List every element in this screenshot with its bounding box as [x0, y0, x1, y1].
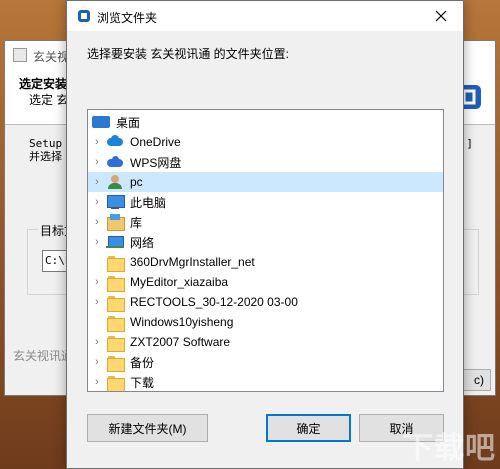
folder-icon: [106, 294, 125, 312]
tree-item[interactable]: 360DrvMgrInstaller_net: [88, 252, 443, 272]
chevron-right-icon[interactable]: ›: [92, 216, 102, 228]
tree-item-label: 此电脑: [130, 195, 167, 210]
installer-subheading: 选定 玄: [29, 93, 69, 107]
chevron-right-icon[interactable]: ›: [92, 276, 102, 288]
tree-item[interactable]: › OneDrive: [88, 132, 443, 152]
installer-setup-text: Setup 并选择: [29, 137, 69, 163]
installer-heading: 选定安装: [19, 77, 68, 91]
chevron-right-icon[interactable]: ›: [92, 136, 102, 148]
desktop-icon: [92, 116, 110, 128]
chevron-right-icon[interactable]: ›: [92, 196, 102, 208]
tree-item[interactable]: Windows10yisheng: [88, 312, 443, 332]
tree-item-label: RECTOOLS_30-12-2020 03-00: [130, 295, 298, 309]
tree-item[interactable]: › 网络: [88, 232, 443, 252]
tree-item[interactable]: › WPS网盘: [88, 152, 443, 172]
computer-icon: [106, 194, 125, 210]
network-icon: [106, 234, 124, 250]
installer-footer-text: 玄关视讯通: [13, 349, 74, 363]
installer-app-icon: [13, 48, 27, 62]
tree-item-label: OneDrive: [130, 135, 181, 149]
folder-icon: [106, 254, 125, 272]
folder-icon: [106, 334, 125, 352]
tree-item-label: pc: [130, 175, 143, 189]
tree-item-label: WPS网盘: [130, 155, 182, 170]
tree-item-label: 下载: [130, 375, 155, 390]
folder-icon: [106, 374, 125, 391]
tree-item[interactable]: › 备份: [88, 352, 443, 372]
close-icon: [435, 10, 447, 22]
ok-button[interactable]: 确定: [266, 414, 351, 442]
chevron-right-icon[interactable]: ›: [92, 356, 102, 368]
tree-item[interactable]: › pc: [88, 172, 443, 192]
tree-item[interactable]: › ZXT2007 Software: [88, 332, 443, 352]
chevron-right-icon[interactable]: ›: [92, 376, 102, 388]
folder-icon: [106, 354, 125, 372]
tree-item-label: ZXT2007 Software: [130, 335, 231, 349]
tree-item-label: 库: [130, 215, 143, 230]
new-folder-button[interactable]: 新建文件夹(M): [87, 414, 208, 442]
dialog-title: 浏览文件夹: [97, 11, 158, 25]
tree-item[interactable]: 桌面: [88, 112, 443, 132]
tree-item-label: 备份: [130, 355, 155, 370]
tree-item[interactable]: › MyEditor_xiazaiba: [88, 272, 443, 292]
wps-cloud-icon: [106, 154, 124, 170]
watermark-text: 下载吧: [403, 432, 496, 465]
folder-icon: [106, 274, 125, 292]
chevron-right-icon[interactable]: ›: [92, 336, 102, 348]
folder-icon: [106, 314, 125, 332]
tree-item-label: MyEditor_xiazaiba: [130, 275, 229, 289]
onedrive-icon: [106, 134, 124, 150]
chevron-right-icon[interactable]: ›: [92, 236, 102, 248]
dialog-titlebar: 浏览文件夹: [67, 1, 463, 31]
tree-item[interactable]: › 此电脑: [88, 192, 443, 212]
tree-item[interactable]: › 下载: [88, 372, 443, 391]
chevron-right-icon[interactable]: ›: [92, 156, 102, 168]
tree-item-label: 桌面: [116, 115, 141, 130]
dialog-prompt: 选择要安装 玄关视讯通 的文件夹位置:: [87, 47, 290, 61]
tree-item-label: Windows10yisheng: [130, 315, 234, 329]
tree-item[interactable]: › 库: [88, 212, 443, 232]
app-icon: [78, 10, 90, 22]
browse-folder-dialog: 浏览文件夹 选择要安装 玄关视讯通 的文件夹位置: 桌面 › OneDrive › WP…: [66, 0, 464, 469]
close-button[interactable]: [419, 1, 463, 31]
tree-item-label: 360DrvMgrInstaller_net: [130, 255, 255, 269]
library-icon: [106, 214, 125, 231]
chevron-right-icon[interactable]: ›: [92, 296, 102, 308]
tree-item-label: 网络: [130, 235, 155, 250]
folder-tree[interactable]: 桌面 › OneDrive › WPS网盘 › pc › 此电脑 › 库 › 网络 360DrvMgrIn…: [87, 109, 444, 392]
chevron-right-icon[interactable]: ›: [92, 176, 102, 188]
user-icon: [106, 174, 124, 190]
tree-item[interactable]: › RECTOOLS_30-12-2020 03-00: [88, 292, 443, 312]
